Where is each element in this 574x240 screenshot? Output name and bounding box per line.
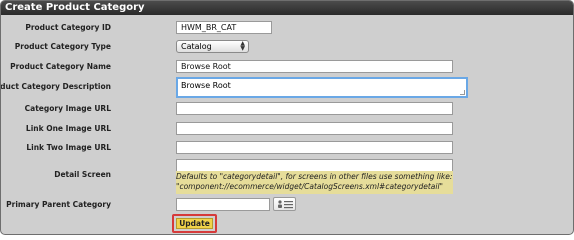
product-category-id-field[interactable]: HWM_BR_CAT <box>176 21 272 34</box>
product-category-name-label: Product Category Name <box>10 62 111 71</box>
product-category-type-label: Product Category Type <box>14 42 111 51</box>
lookup-button[interactable] <box>273 197 296 211</box>
product-category-type-row: Product Category Type Catalog ▲ ▼ <box>1 39 573 55</box>
product-category-name-row: Product Category Name Browse Root <box>1 59 573 75</box>
detail-screen-hint: Defaults to "categorydetail", for screen… <box>176 171 453 194</box>
chevron-up-down-icon: ▲ ▼ <box>240 40 245 52</box>
lookup-list-icon <box>278 200 293 209</box>
resize-handle-icon[interactable] <box>460 90 465 95</box>
product-category-description-label: Product Category Description <box>0 82 111 91</box>
detail-screen-hint-line2: "component://ecommerce/widget/CatalogScr… <box>176 182 444 191</box>
primary-parent-category-label: Primary Parent Category <box>6 200 111 209</box>
primary-parent-category-row: Primary Parent Category <box>1 197 573 213</box>
product-category-type-selected: Catalog <box>181 42 212 51</box>
product-category-description-row: Product Category Description Browse Root <box>0 77 573 98</box>
product-category-name-field[interactable]: Browse Root <box>176 60 453 73</box>
link-two-image-url-row: Link Two Image URL <box>1 140 573 156</box>
link-two-image-url-field[interactable] <box>176 141 453 154</box>
update-button[interactable]: Update <box>176 218 213 229</box>
product-category-id-label: Product Category ID <box>25 23 111 32</box>
product-category-id-row: Product Category ID HWM_BR_CAT <box>1 20 573 36</box>
update-button-highlight: Update <box>172 214 217 233</box>
panel-title: Create Product Category <box>1 1 573 15</box>
primary-parent-category-field[interactable] <box>176 198 270 211</box>
detail-screen-label: Detail Screen <box>54 170 111 179</box>
create-product-category-panel: Create Product Category Product Category… <box>0 0 574 235</box>
product-category-description-textarea[interactable]: Browse Root <box>176 77 468 98</box>
category-image-url-row: Category Image URL <box>1 101 573 117</box>
product-category-type-select[interactable]: Catalog ▲ ▼ <box>176 40 249 53</box>
link-one-image-url-row: Link One Image URL <box>1 121 573 137</box>
link-one-image-url-label: Link One Image URL <box>25 124 111 133</box>
detail-screen-hint-line1: Defaults to "categorydetail", for screen… <box>176 172 453 181</box>
category-image-url-label: Category Image URL <box>24 104 111 113</box>
link-two-image-url-label: Link Two Image URL <box>26 143 111 152</box>
link-one-image-url-field[interactable] <box>176 122 453 135</box>
product-category-description-value: Browse Root <box>181 81 231 90</box>
category-image-url-field[interactable] <box>176 102 453 115</box>
